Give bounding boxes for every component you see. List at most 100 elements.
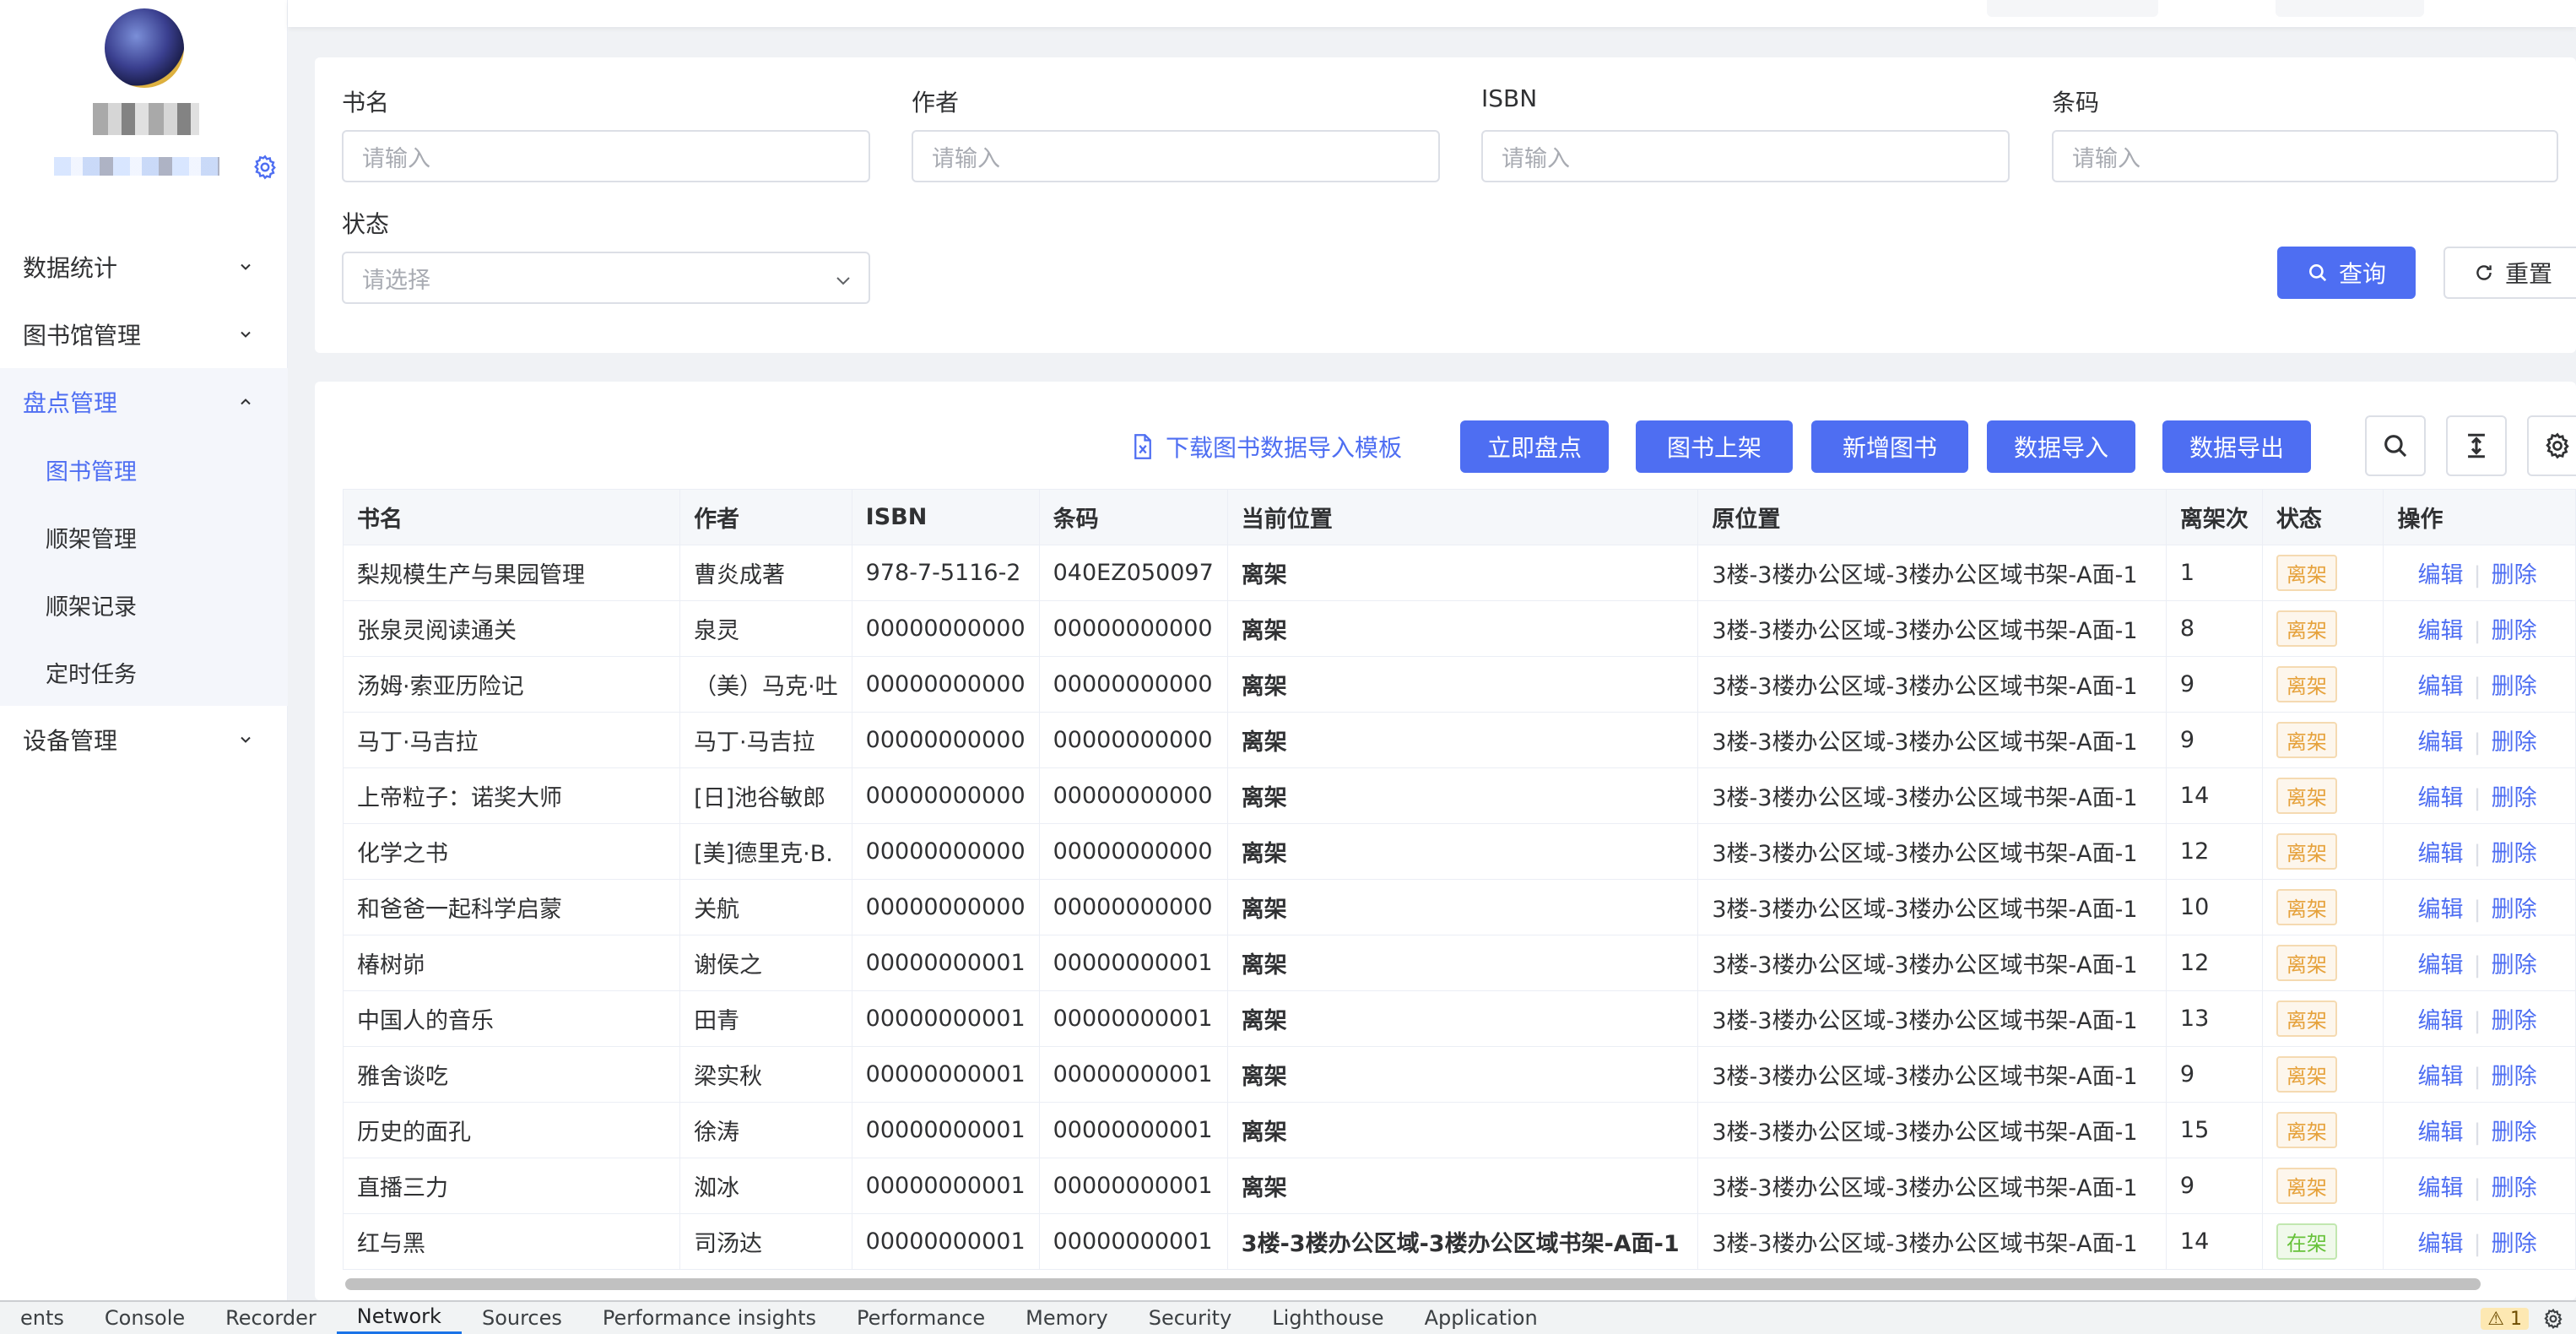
- devtools-tab[interactable]: ents: [0, 1301, 84, 1334]
- gear-icon[interactable]: [2542, 1308, 2564, 1330]
- status-select[interactable]: 请选择: [342, 252, 870, 304]
- delete-link[interactable]: 删除: [2492, 1064, 2537, 1090]
- menu-label: 设备管理: [23, 727, 118, 755]
- delete-link[interactable]: 删除: [2492, 562, 2537, 588]
- table-row[interactable]: 历史的面孔 徐涛 00000000001 00000000001 离架 3楼-3楼办公区域…: [342, 1102, 2576, 1158]
- delete-link[interactable]: 删除: [2492, 785, 2537, 811]
- shelve-books-button[interactable]: 图书上架: [1636, 420, 1793, 473]
- barcode-input[interactable]: 请输入: [2052, 130, 2558, 182]
- delete-link[interactable]: 删除: [2492, 1175, 2537, 1201]
- edit-link[interactable]: 编辑: [2417, 1008, 2463, 1034]
- delete-link[interactable]: 删除: [2492, 1008, 2537, 1034]
- query-label: 查询: [2338, 260, 2386, 288]
- cell-actions: 编辑 | 删除: [2383, 712, 2576, 768]
- devtools-tab[interactable]: Performance insights: [582, 1301, 836, 1334]
- edit-link[interactable]: 编辑: [2417, 618, 2463, 644]
- delete-link[interactable]: 删除: [2492, 1231, 2537, 1257]
- data-import-button[interactable]: 数据导入: [1987, 420, 2135, 473]
- cell-barcode: 00000000000: [1038, 879, 1228, 935]
- menu-item-library[interactable]: 图书馆管理: [0, 301, 288, 368]
- devtools-tab[interactable]: Lighthouse: [1252, 1301, 1404, 1334]
- table-row[interactable]: 上帝粒子：诺奖大师 [日]池谷敏郎 00000000000 00000000000 离架…: [342, 767, 2576, 824]
- gear-icon[interactable]: [252, 154, 279, 181]
- title-input[interactable]: 请输入: [342, 130, 870, 182]
- delete-link[interactable]: 删除: [2492, 897, 2537, 923]
- table-row[interactable]: 红与黑 司汤达 00000000001 00000000001 3楼-3楼办公区域-3楼…: [342, 1213, 2576, 1270]
- table-row[interactable]: 中国人的音乐 田青 00000000001 00000000001 离架 3楼-3楼办公区…: [342, 990, 2576, 1047]
- edit-link[interactable]: 编辑: [2417, 785, 2463, 811]
- edit-link[interactable]: 编辑: [2417, 952, 2463, 979]
- table-row[interactable]: 和爸爸一起科学启蒙 关航 00000000000 00000000000 离架 3楼-3楼…: [342, 879, 2576, 935]
- author-input[interactable]: 请输入: [912, 130, 1440, 182]
- devtools-tab[interactable]: Performance: [836, 1301, 1005, 1334]
- column-header[interactable]: 条码: [1038, 489, 1228, 545]
- inventory-now-button[interactable]: 立即盘点: [1460, 420, 1609, 473]
- table-row[interactable]: 直播三力 洳冰 00000000001 00000000001 离架 3楼-3楼办公区域-…: [342, 1158, 2576, 1214]
- column-header[interactable]: 离架次: [2165, 489, 2263, 545]
- table-row[interactable]: 汤姆·索亚历险记 （美）马克·吐 00000000000 00000000000 离架 3…: [342, 656, 2576, 713]
- cell-offshelf-count: 9: [2165, 1046, 2263, 1103]
- delete-link[interactable]: 删除: [2492, 1120, 2537, 1146]
- menu-item-devices[interactable]: 设备管理: [0, 706, 288, 773]
- edit-link[interactable]: 编辑: [2417, 562, 2463, 588]
- column-header[interactable]: 书名: [342, 489, 681, 545]
- table-row[interactable]: 化学之书 [美]德里克·B. 00000000000 00000000000 离架 3楼-…: [342, 823, 2576, 880]
- isbn-input[interactable]: 请输入: [1481, 130, 2010, 182]
- table-row[interactable]: 马丁·马吉拉 马丁·马吉拉 00000000000 00000000000 离架 3楼-3…: [342, 712, 2576, 768]
- data-export-button[interactable]: 数据导出: [2162, 420, 2311, 473]
- devtools-tab[interactable]: Network: [336, 1301, 462, 1334]
- cell-current-location: 离架: [1226, 712, 1699, 768]
- table-row[interactable]: 梨规模生产与果园管理 曹炎成著 978-7-5116-2 040EZ050097 离架 3…: [342, 545, 2576, 601]
- delete-link[interactable]: 删除: [2492, 841, 2537, 867]
- submenu-item-shelving[interactable]: 顺架管理: [0, 503, 288, 571]
- query-button[interactable]: 查询: [2277, 247, 2416, 299]
- reset-button[interactable]: 重置: [2443, 247, 2576, 299]
- table-row[interactable]: 椿树峁 谢侯之 00000000001 00000000001 离架 3楼-3楼办公区域-…: [342, 935, 2576, 991]
- column-header[interactable]: ISBN: [851, 489, 1040, 545]
- column-settings-button[interactable]: [2527, 415, 2576, 476]
- edit-link[interactable]: 编辑: [2417, 1175, 2463, 1201]
- edit-link[interactable]: 编辑: [2417, 1064, 2463, 1090]
- menu-item-statistics[interactable]: 数据统计: [0, 233, 288, 301]
- devtools-tab[interactable]: Recorder: [205, 1301, 337, 1334]
- column-header[interactable]: 状态: [2261, 489, 2384, 545]
- header-tab[interactable]: [2276, 0, 2424, 17]
- column-header[interactable]: 当前位置: [1226, 489, 1699, 545]
- edit-link[interactable]: 编辑: [2417, 1120, 2463, 1146]
- devtools-tab[interactable]: Security: [1128, 1301, 1253, 1334]
- devtools-tab[interactable]: Console: [84, 1301, 205, 1334]
- delete-link[interactable]: 删除: [2492, 674, 2537, 700]
- issues-badge[interactable]: ⚠ 1: [2481, 1308, 2529, 1330]
- submenu-item-shelving-records[interactable]: 顺架记录: [0, 571, 288, 638]
- cell-actions: 编辑 | 删除: [2383, 935, 2576, 991]
- submenu-item-scheduled-tasks[interactable]: 定时任务: [0, 638, 288, 706]
- download-template-link[interactable]: 下载图书数据导入模板: [1132, 420, 1402, 473]
- add-book-button[interactable]: 新增图书: [1811, 420, 1968, 473]
- column-header[interactable]: 原位置: [1697, 489, 2167, 545]
- edit-link[interactable]: 编辑: [2417, 729, 2463, 756]
- delete-link[interactable]: 删除: [2492, 729, 2537, 756]
- column-header[interactable]: 作者: [679, 489, 852, 545]
- column-header[interactable]: 操作: [2383, 489, 2576, 545]
- devtools-tab[interactable]: Sources: [462, 1301, 582, 1334]
- cell-original-location: 3楼-3楼办公区域-3楼办公区域书架-A面-1: [1697, 990, 2167, 1047]
- edit-link[interactable]: 编辑: [2417, 897, 2463, 923]
- horizontal-scrollbar[interactable]: [345, 1278, 2481, 1290]
- devtools-tab[interactable]: Memory: [1005, 1301, 1128, 1334]
- delete-link[interactable]: 删除: [2492, 618, 2537, 644]
- avatar[interactable]: [105, 8, 184, 88]
- edit-link[interactable]: 编辑: [2417, 841, 2463, 867]
- submenu-item-books[interactable]: 图书管理: [0, 436, 288, 503]
- delete-link[interactable]: 删除: [2492, 952, 2537, 979]
- table-row[interactable]: 雅舍谈吃 梁实秋 00000000001 00000000001 离架 3楼-3楼办公区域…: [342, 1046, 2576, 1103]
- header-tab[interactable]: [1987, 0, 2158, 17]
- edit-link[interactable]: 编辑: [2417, 674, 2463, 700]
- toggle-search-button[interactable]: [2365, 415, 2426, 476]
- edit-link[interactable]: 编辑: [2417, 1231, 2463, 1257]
- cell-actions: 编辑 | 删除: [2383, 1102, 2576, 1158]
- menu-item-inventory[interactable]: 盘点管理: [0, 368, 288, 436]
- cell-status: 离架: [2261, 545, 2384, 601]
- devtools-tab[interactable]: Application: [1404, 1301, 1558, 1334]
- table-row[interactable]: 张泉灵阅读通关 泉灵 00000000000 00000000000 离架 3楼-3楼办公…: [342, 600, 2576, 657]
- column-height-button[interactable]: [2446, 415, 2507, 476]
